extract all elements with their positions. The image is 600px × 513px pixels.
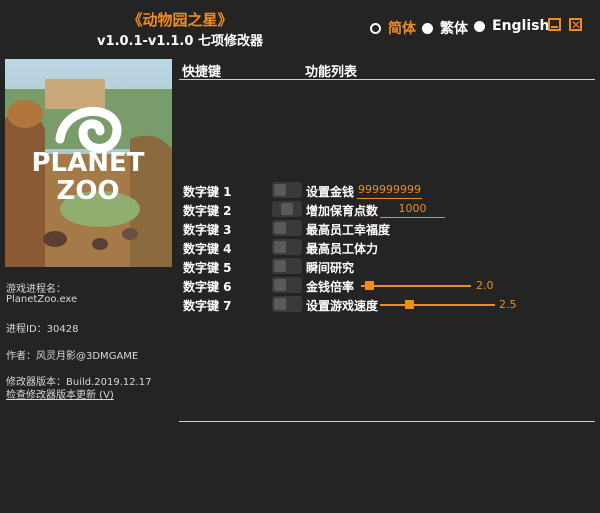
conservation-points-input[interactable]: 1000: [380, 202, 445, 218]
toggle-knob: [274, 260, 286, 272]
lang-label: 简体: [388, 21, 416, 37]
hotkey-column-header: 快捷键: [182, 65, 222, 80]
game-speed-slider[interactable]: [380, 300, 495, 309]
cheat-name: 增加保育点数: [306, 204, 379, 218]
toggle-knob: [274, 184, 286, 196]
cheat-row: 数字键 7 设置游戏速度 2.5: [0, 295, 600, 314]
cheat-toggle[interactable]: [272, 296, 302, 312]
radio-icon: [370, 22, 381, 34]
cheat-row: 数字键 3 最高员工幸福度: [0, 219, 600, 238]
header-divider: [179, 79, 595, 80]
hotkey-label: 数字键 3: [183, 223, 232, 237]
lang-english-option[interactable]: English: [474, 18, 549, 34]
cheat-name: 瞬间研究: [306, 261, 355, 275]
cheat-toggle[interactable]: [272, 220, 302, 236]
lang-label: English: [492, 18, 550, 34]
cheat-toggle[interactable]: [272, 258, 302, 274]
money-value-input[interactable]: 999999999: [357, 183, 422, 199]
toggle-knob: [274, 222, 286, 234]
hotkey-label: 数字键 7: [183, 299, 232, 313]
hotkey-label: 数字键 5: [183, 261, 232, 275]
radio-icon: [422, 22, 433, 34]
cheat-name: 最高员工幸福度: [306, 223, 391, 237]
lang-traditional-option[interactable]: 繁体: [422, 18, 468, 38]
cheat-row: 数字键 1 设置金钱 999999999: [0, 181, 600, 200]
toggle-knob: [274, 298, 286, 310]
bottom-divider: [179, 421, 595, 422]
cheat-toggle[interactable]: [272, 239, 302, 255]
cheat-row: 数字键 6 金钱倍率 2.0: [0, 276, 600, 295]
radio-icon: [474, 20, 485, 32]
cheat-name: 最高员工体力: [306, 242, 379, 256]
check-update-link[interactable]: 检查修改器版本更新 (V): [6, 386, 114, 401]
cheat-row: 数字键 2 增加保育点数 1000: [0, 200, 600, 219]
slider-value: 2.0: [476, 279, 494, 292]
function-column-header: 功能列表: [305, 65, 358, 80]
toggle-knob: [274, 279, 286, 291]
process-id: 进程ID：30428: [6, 324, 79, 335]
lang-simplified-option[interactable]: 简体: [370, 18, 416, 38]
hotkey-label: 数字键 1: [183, 185, 232, 199]
slider-thumb[interactable]: [405, 300, 414, 309]
cheat-row: 数字键 5 瞬间研究: [0, 257, 600, 276]
hotkey-label: 数字键 6: [183, 280, 232, 294]
cover-logo-line1: PLANET: [31, 148, 144, 178]
toggle-knob: [281, 203, 293, 215]
cheat-toggle[interactable]: [272, 277, 302, 293]
lang-label: 繁体: [440, 21, 468, 37]
close-button[interactable]: ✕: [569, 18, 582, 31]
toggle-knob: [274, 241, 286, 253]
cheat-row: 数字键 4 最高员工体力: [0, 238, 600, 257]
money-multiplier-slider[interactable]: [361, 281, 471, 290]
slider-thumb[interactable]: [365, 281, 374, 290]
app-version: v1.0.1-v1.1.0 七项修改器: [97, 34, 263, 49]
hotkey-label: 数字键 4: [183, 242, 232, 256]
cheat-toggle[interactable]: [272, 201, 302, 217]
hotkey-label: 数字键 2: [183, 204, 232, 218]
cheat-name: 金钱倍率: [306, 280, 355, 294]
minimize-button[interactable]: [548, 18, 561, 31]
slider-value: 2.5: [499, 298, 517, 311]
app-title: 《动物园之星》: [127, 11, 233, 29]
cheat-name: 设置游戏速度: [306, 299, 379, 313]
cheat-name: 设置金钱: [306, 185, 355, 199]
cheat-toggle[interactable]: [272, 182, 302, 198]
author-credit: 作者：风灵月影@3DMGAME: [6, 351, 139, 362]
